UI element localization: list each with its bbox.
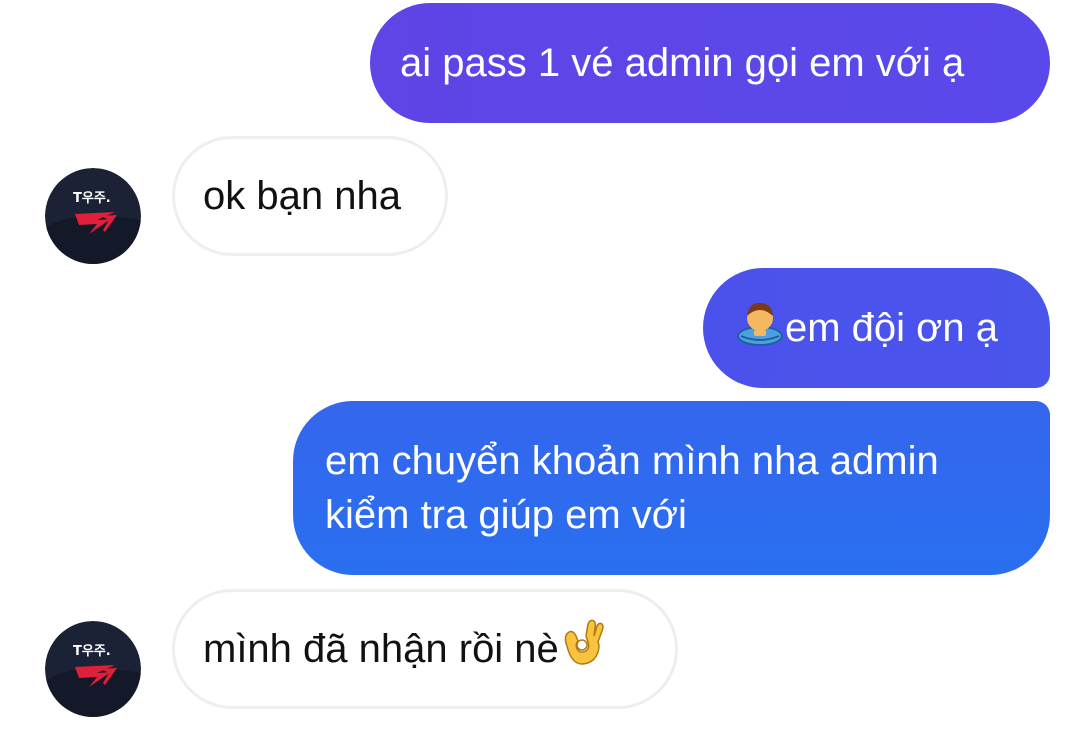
message-text: ai pass 1 vé admin gọi em với ạ: [400, 41, 965, 85]
message-text: em đội ơn ạ: [785, 306, 999, 350]
person-bowing-icon: [735, 296, 785, 360]
avatar-logo-text: T우주.: [73, 644, 111, 659]
message-line: em chuyển khoản mình nha admin: [325, 439, 939, 483]
message-line: kiểm tra giúp em với: [325, 493, 687, 537]
outgoing-message-bubble[interactable]: ai pass 1 vé admin gọi em với ạ: [370, 3, 1050, 123]
ok-hand-icon: [559, 616, 605, 682]
message-text: mình đã nhận rồi nè: [203, 627, 559, 671]
avatar[interactable]: T우주.: [45, 168, 141, 264]
incoming-message-bubble[interactable]: ok bạn nha: [172, 136, 448, 256]
avatar[interactable]: T우주.: [45, 621, 141, 717]
outgoing-message-bubble[interactable]: em đội ơn ạ: [703, 268, 1050, 388]
incoming-message-bubble[interactable]: mình đã nhận rồi nè: [172, 589, 678, 709]
outgoing-message-bubble[interactable]: em chuyển khoản mình nha admin kiểm tra …: [293, 401, 1050, 575]
chat-thread: ai pass 1 vé admin gọi em với ạ T우주. ok …: [0, 0, 1080, 735]
avatar-logo-text: T우주.: [73, 191, 111, 206]
t1-logo-icon: T우주.: [45, 168, 141, 264]
t1-logo-icon: T우주.: [45, 621, 141, 717]
message-text: ok bạn nha: [203, 174, 401, 218]
